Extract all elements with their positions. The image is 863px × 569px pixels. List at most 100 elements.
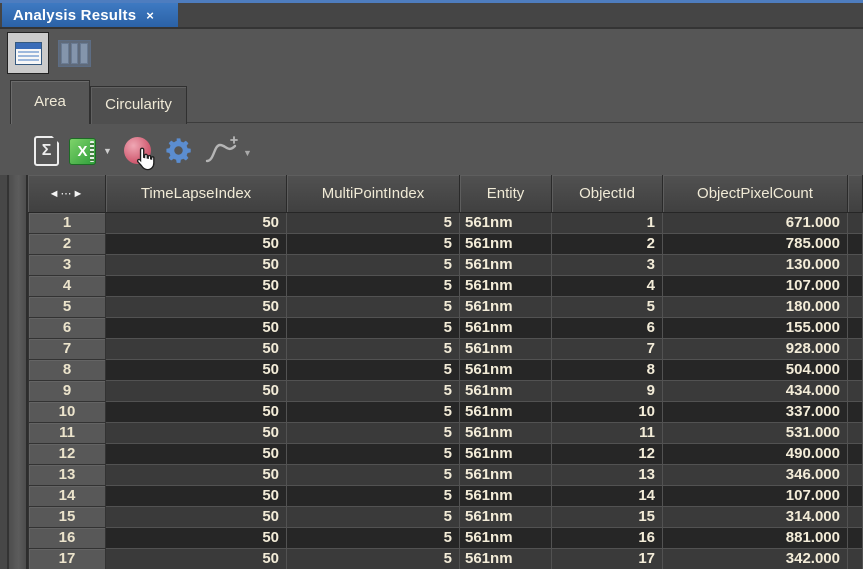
cell-entity[interactable]: 561nm bbox=[460, 234, 552, 255]
row-number-cell[interactable]: 7 bbox=[28, 339, 106, 360]
cell-overflow-sliver[interactable] bbox=[848, 255, 863, 276]
column-nav-header[interactable]: ◄⋯► bbox=[28, 175, 106, 213]
cell-overflow-sliver[interactable] bbox=[848, 213, 863, 234]
cell-objectid[interactable]: 3 bbox=[552, 255, 663, 276]
cell-entity[interactable]: 561nm bbox=[460, 255, 552, 276]
cell-objectid[interactable]: 2 bbox=[552, 234, 663, 255]
cell-timelapseindex[interactable]: 50 bbox=[106, 360, 287, 381]
cell-multipointindex[interactable]: 5 bbox=[287, 360, 460, 381]
cell-overflow-sliver[interactable] bbox=[848, 507, 863, 528]
row-number-cell[interactable]: 12 bbox=[28, 444, 106, 465]
cell-objectid[interactable]: 13 bbox=[552, 465, 663, 486]
cell-entity[interactable]: 561nm bbox=[460, 423, 552, 444]
cell-timelapseindex[interactable]: 50 bbox=[106, 255, 287, 276]
cell-timelapseindex[interactable]: 50 bbox=[106, 402, 287, 423]
cell-objectid[interactable]: 6 bbox=[552, 318, 663, 339]
tab-analysis-results[interactable]: Analysis Results × bbox=[2, 3, 178, 27]
cell-objectpixelcount[interactable]: 785.000 bbox=[663, 234, 848, 255]
header-objectpixelcount[interactable]: ObjectPixelCount bbox=[663, 175, 848, 213]
cell-entity[interactable]: 561nm bbox=[460, 444, 552, 465]
cell-multipointindex[interactable]: 5 bbox=[287, 507, 460, 528]
header-multipointindex[interactable]: MultiPointIndex bbox=[287, 175, 460, 213]
cell-multipointindex[interactable]: 5 bbox=[287, 318, 460, 339]
row-number-cell[interactable]: 9 bbox=[28, 381, 106, 402]
tab-area[interactable]: Area bbox=[10, 80, 90, 124]
cell-multipointindex[interactable]: 5 bbox=[287, 486, 460, 507]
cell-multipointindex[interactable]: 5 bbox=[287, 402, 460, 423]
header-objectid[interactable]: ObjectId bbox=[552, 175, 663, 213]
cell-entity[interactable]: 561nm bbox=[460, 465, 552, 486]
cell-objectid[interactable]: 11 bbox=[552, 423, 663, 444]
cell-objectid[interactable]: 9 bbox=[552, 381, 663, 402]
cell-entity[interactable]: 561nm bbox=[460, 381, 552, 402]
cell-multipointindex[interactable]: 5 bbox=[287, 528, 460, 549]
cell-multipointindex[interactable]: 5 bbox=[287, 549, 460, 569]
cell-overflow-sliver[interactable] bbox=[848, 423, 863, 444]
column-layout-view-button[interactable] bbox=[58, 40, 91, 67]
row-number-cell[interactable]: 1 bbox=[28, 213, 106, 234]
cell-objectpixelcount[interactable]: 342.000 bbox=[663, 549, 848, 569]
cell-timelapseindex[interactable]: 50 bbox=[106, 381, 287, 402]
header-timelapseindex[interactable]: TimeLapseIndex bbox=[106, 175, 287, 213]
close-icon[interactable]: × bbox=[146, 9, 154, 22]
cell-objectpixelcount[interactable]: 180.000 bbox=[663, 297, 848, 318]
row-number-cell[interactable]: 15 bbox=[28, 507, 106, 528]
cell-objectid[interactable]: 5 bbox=[552, 297, 663, 318]
cell-objectpixelcount[interactable]: 671.000 bbox=[663, 213, 848, 234]
cell-objectpixelcount[interactable]: 155.000 bbox=[663, 318, 848, 339]
cell-entity[interactable]: 561nm bbox=[460, 507, 552, 528]
export-report-sigma-icon[interactable]: Σ bbox=[34, 136, 59, 166]
cell-entity[interactable]: 561nm bbox=[460, 486, 552, 507]
row-number-cell[interactable]: 4 bbox=[28, 276, 106, 297]
row-number-cell[interactable]: 3 bbox=[28, 255, 106, 276]
cell-objectid[interactable]: 1 bbox=[552, 213, 663, 234]
cell-multipointindex[interactable]: 5 bbox=[287, 255, 460, 276]
cell-overflow-sliver[interactable] bbox=[848, 528, 863, 549]
cell-overflow-sliver[interactable] bbox=[848, 486, 863, 507]
cell-timelapseindex[interactable]: 50 bbox=[106, 234, 287, 255]
cell-multipointindex[interactable]: 5 bbox=[287, 297, 460, 318]
cell-timelapseindex[interactable]: 50 bbox=[106, 276, 287, 297]
cell-objectid[interactable]: 7 bbox=[552, 339, 663, 360]
cell-timelapseindex[interactable]: 50 bbox=[106, 213, 287, 234]
cell-overflow-sliver[interactable] bbox=[848, 234, 863, 255]
tab-circularity[interactable]: Circularity bbox=[90, 86, 187, 124]
cell-entity[interactable]: 561nm bbox=[460, 297, 552, 318]
row-number-cell[interactable]: 17 bbox=[28, 549, 106, 569]
cell-objectid[interactable]: 12 bbox=[552, 444, 663, 465]
row-number-cell[interactable]: 6 bbox=[28, 318, 106, 339]
cell-timelapseindex[interactable]: 50 bbox=[106, 528, 287, 549]
add-graph-curve-icon[interactable] bbox=[204, 136, 238, 165]
cell-timelapseindex[interactable]: 50 bbox=[106, 297, 287, 318]
cell-objectpixelcount[interactable]: 337.000 bbox=[663, 402, 848, 423]
cell-objectpixelcount[interactable]: 107.000 bbox=[663, 276, 848, 297]
cell-multipointindex[interactable]: 5 bbox=[287, 339, 460, 360]
single-table-view-button[interactable] bbox=[7, 32, 49, 74]
cell-objectpixelcount[interactable]: 314.000 bbox=[663, 507, 848, 528]
cell-timelapseindex[interactable]: 50 bbox=[106, 339, 287, 360]
cell-multipointindex[interactable]: 5 bbox=[287, 423, 460, 444]
cell-entity[interactable]: 561nm bbox=[460, 213, 552, 234]
cell-objectid[interactable]: 15 bbox=[552, 507, 663, 528]
cell-objectid[interactable]: 4 bbox=[552, 276, 663, 297]
cell-overflow-sliver[interactable] bbox=[848, 276, 863, 297]
cell-overflow-sliver[interactable] bbox=[848, 339, 863, 360]
cell-objectpixelcount[interactable]: 130.000 bbox=[663, 255, 848, 276]
cell-entity[interactable]: 561nm bbox=[460, 528, 552, 549]
cell-entity[interactable]: 561nm bbox=[460, 402, 552, 423]
row-number-cell[interactable]: 13 bbox=[28, 465, 106, 486]
cell-entity[interactable]: 561nm bbox=[460, 276, 552, 297]
header-entity[interactable]: Entity bbox=[460, 175, 552, 213]
curve-dropdown-icon[interactable]: ▼ bbox=[243, 148, 252, 158]
cell-overflow-sliver[interactable] bbox=[848, 465, 863, 486]
row-number-cell[interactable]: 10 bbox=[28, 402, 106, 423]
row-number-cell[interactable]: 2 bbox=[28, 234, 106, 255]
cell-entity[interactable]: 561nm bbox=[460, 549, 552, 569]
cell-timelapseindex[interactable]: 50 bbox=[106, 444, 287, 465]
cell-objectpixelcount[interactable]: 881.000 bbox=[663, 528, 848, 549]
settings-gear-icon[interactable] bbox=[164, 136, 193, 165]
cell-overflow-sliver[interactable] bbox=[848, 318, 863, 339]
cell-overflow-sliver[interactable] bbox=[848, 444, 863, 465]
cell-objectid[interactable]: 16 bbox=[552, 528, 663, 549]
cell-timelapseindex[interactable]: 50 bbox=[106, 423, 287, 444]
